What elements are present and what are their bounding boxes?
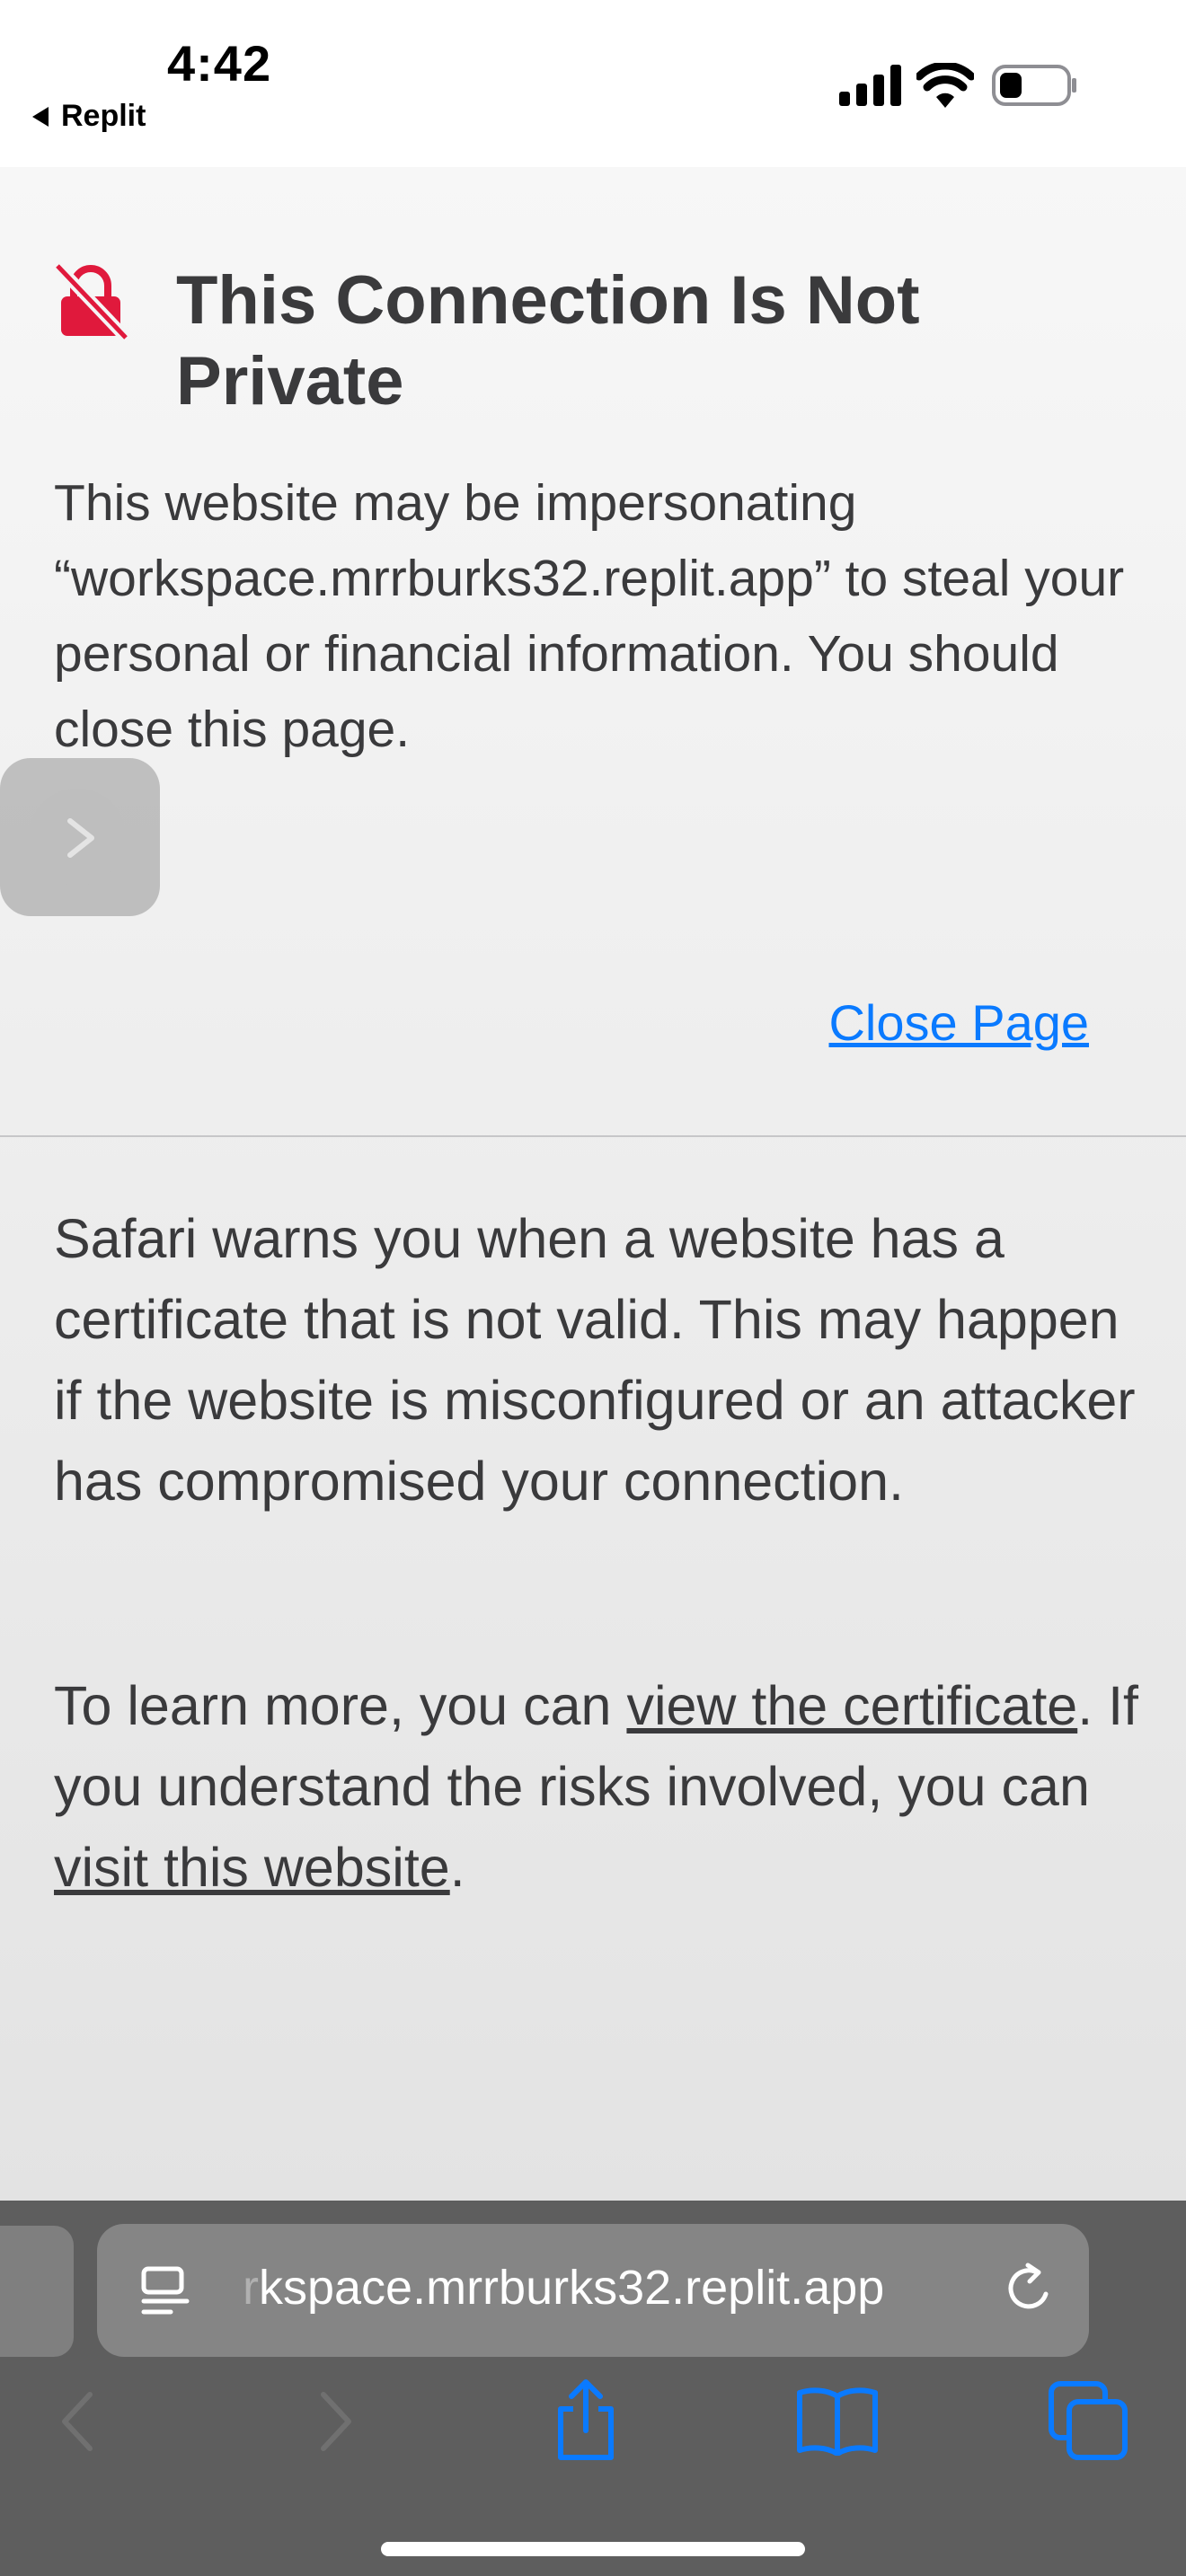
back-triangle-icon — [32, 106, 49, 127]
learn-more-prefix: To learn more, you can — [54, 1675, 627, 1736]
assistive-touch-button[interactable] — [0, 758, 160, 916]
warning-message: This website may be impersonating “works… — [54, 474, 1125, 758]
view-certificate-link[interactable]: view the certificate — [626, 1675, 1077, 1736]
wifi-icon — [916, 63, 974, 108]
chevron-right-icon — [67, 818, 94, 858]
address-bar[interactable]: rkspace.mrrburks32.replit.app — [97, 2224, 1089, 2357]
safari-toolbar: rkspace.mrrburks32.replit.app — [0, 2201, 1186, 2576]
status-time: 4:42 — [167, 35, 272, 92]
url-faded-char: r — [243, 2261, 259, 2315]
visit-website-link[interactable]: visit this website — [54, 1837, 450, 1898]
url-text: kspace.mrrburks32.replit.app — [258, 2261, 885, 2315]
learn-more-suffix: . — [449, 1837, 465, 1898]
status-bar: 4:42 Replit — [0, 0, 1186, 167]
previous-tab-preview[interactable] — [0, 2226, 74, 2357]
share-icon[interactable] — [550, 2378, 622, 2461]
cellular-signal-icon — [839, 65, 901, 106]
battery-icon — [992, 65, 1076, 106]
learn-more-paragraph: To learn more, you can view the certific… — [54, 1665, 1141, 1908]
tabs-icon[interactable] — [1048, 2380, 1128, 2461]
not-private-lock-icon — [53, 262, 129, 340]
page-menu-icon[interactable] — [138, 2263, 192, 2317]
chevron-right-icon[interactable] — [309, 2386, 363, 2457]
home-indicator[interactable] — [381, 2542, 805, 2556]
chevron-left-icon[interactable] — [50, 2386, 104, 2457]
back-app-label: Replit — [61, 99, 146, 133]
back-to-app-button[interactable]: Replit — [32, 99, 146, 134]
url-display[interactable]: rkspace.mrrburks32.replit.app — [243, 2260, 884, 2316]
close-page-link[interactable]: Close Page — [828, 993, 1089, 1052]
reload-icon[interactable] — [1001, 2262, 1057, 2317]
section-divider — [0, 1135, 1186, 1137]
safari-explanation: Safari warns you when a website has a ce… — [54, 1208, 1136, 1512]
page-title: This Connection Is Not Private — [176, 262, 920, 419]
book-icon[interactable] — [794, 2384, 881, 2456]
